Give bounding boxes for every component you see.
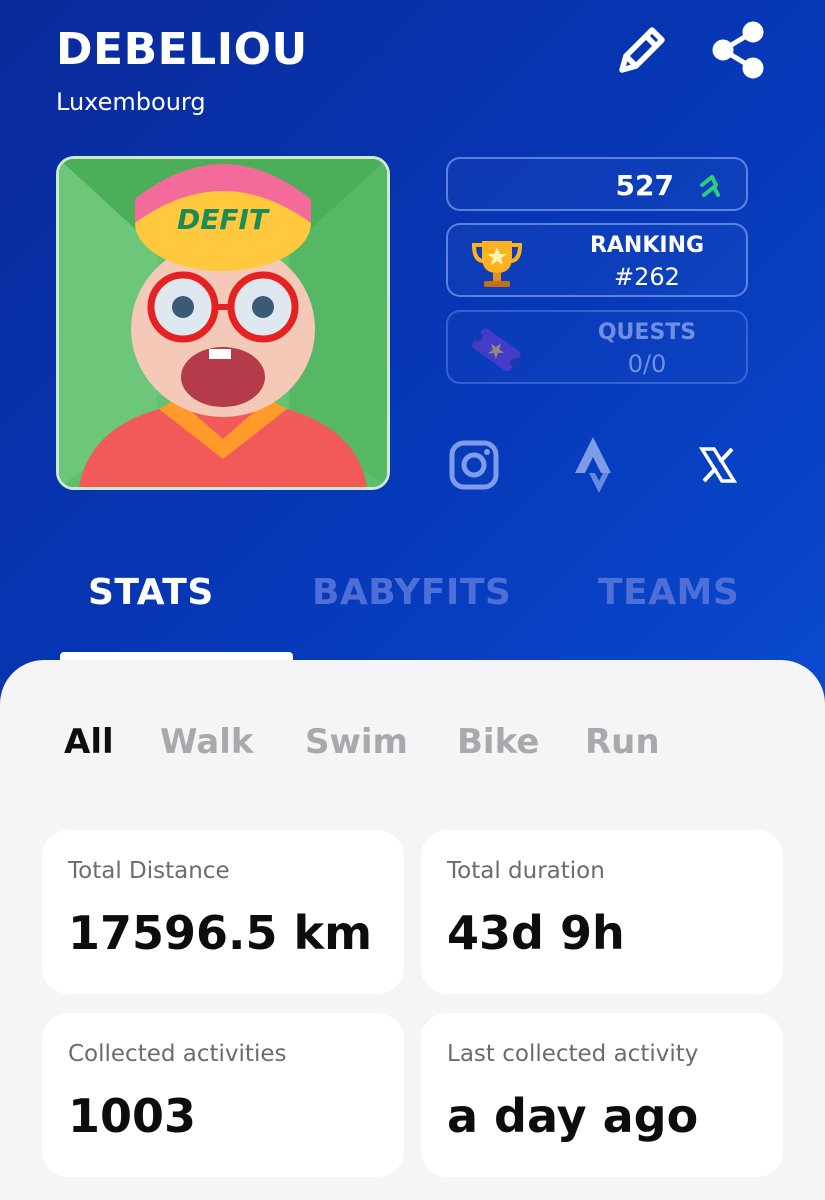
stat-label: Last collected activity <box>447 1041 699 1067</box>
stat-card-total-distance: Total Distance 17596.5 km <box>42 830 404 994</box>
avatar-cap-text: DEFIT <box>177 203 270 236</box>
filter-all[interactable]: All <box>64 722 114 762</box>
x-icon <box>698 447 738 483</box>
quests-label: QUESTS <box>597 320 697 345</box>
share-button[interactable] <box>706 18 770 82</box>
ranking-label: RANKING <box>589 233 705 258</box>
quests-value: 0/0 <box>627 350 667 378</box>
trophy-icon <box>471 241 523 287</box>
instagram-icon <box>449 440 499 490</box>
tab-babyfits[interactable]: BABYFITS <box>312 572 511 613</box>
instagram-link[interactable] <box>444 435 504 495</box>
filter-run[interactable]: Run <box>585 722 660 762</box>
profile-tabs: STATS BABYFITS TEAMS <box>0 560 825 660</box>
stat-card-total-duration: Total duration 43d 9h <box>421 830 783 994</box>
stat-value: 43d 9h <box>447 906 625 960</box>
tab-stats[interactable]: STATS <box>88 572 214 613</box>
country: Luxembourg <box>56 88 206 116</box>
stat-value: 1003 <box>68 1089 197 1143</box>
stat-card-last-activity: Last collected activity a day ago <box>421 1013 783 1177</box>
username: DEBELIOU <box>56 24 308 75</box>
stat-label: Collected activities <box>68 1041 287 1067</box>
strava-icon <box>575 437 611 493</box>
stat-value: a day ago <box>447 1089 699 1143</box>
filter-swim[interactable]: Swim <box>305 722 408 762</box>
stat-value: 17596.5 km <box>68 906 373 960</box>
avatar: DEFIT <box>56 156 390 490</box>
profile-header: DEBELIOU Luxembourg DEFIT 527 RANKING #2… <box>0 0 825 720</box>
ranking-card[interactable]: RANKING #262 <box>446 223 748 297</box>
edit-profile-button[interactable] <box>610 18 674 82</box>
stat-label: Total Distance <box>68 858 230 884</box>
tab-teams[interactable]: TEAMS <box>598 572 739 613</box>
stat-label: Total duration <box>447 858 605 884</box>
stat-card-collected-activities: Collected activities 1003 <box>42 1013 404 1177</box>
filter-bike[interactable]: Bike <box>457 722 539 762</box>
points-card[interactable]: 527 <box>446 157 748 211</box>
share-icon <box>712 21 764 79</box>
points-value: 527 <box>615 169 674 202</box>
up-arrows-icon <box>700 175 720 197</box>
quests-card[interactable]: QUESTS 0/0 <box>446 310 748 384</box>
active-tab-indicator <box>60 652 293 660</box>
ranking-value: #262 <box>614 263 680 291</box>
pencil-icon <box>619 27 665 73</box>
ticket-icon <box>472 328 521 372</box>
strava-link[interactable] <box>566 435 626 495</box>
x-link[interactable] <box>688 435 748 495</box>
filter-walk[interactable]: Walk <box>160 722 254 762</box>
